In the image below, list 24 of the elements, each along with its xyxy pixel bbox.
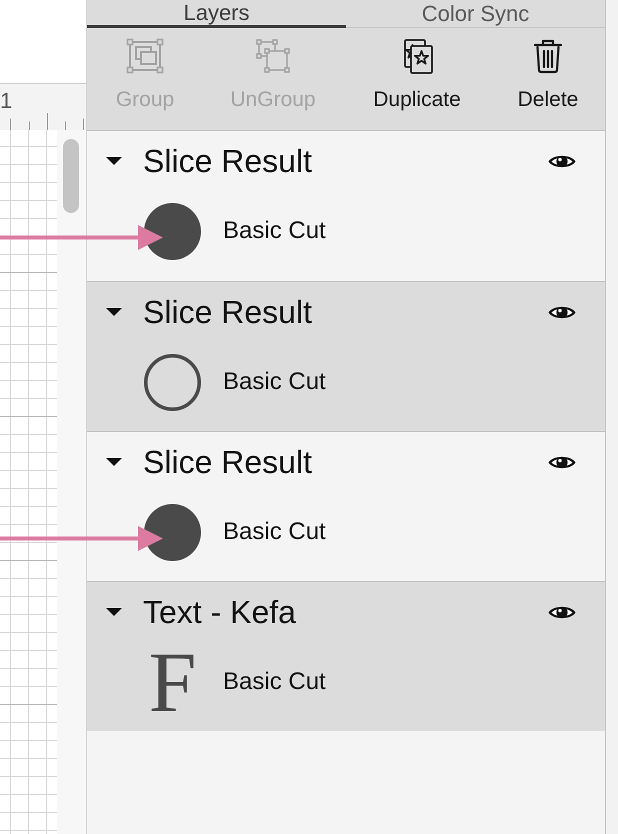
layer-title: Text - Kefa xyxy=(143,593,296,632)
separate-squares-icon xyxy=(253,38,293,74)
scrollbar-thumb[interactable] xyxy=(63,139,79,213)
ruler-number: 1 xyxy=(0,89,12,113)
filled-circle-icon xyxy=(144,202,201,260)
filled-circle-icon xyxy=(144,504,201,560)
letter-thumbnail: F xyxy=(148,648,198,716)
circle-outline-icon xyxy=(144,354,201,410)
grouped-squares-icon xyxy=(125,38,165,74)
layer-row[interactable]: Text - Kefa F Basic Cut xyxy=(87,581,605,731)
caret-icon[interactable] xyxy=(106,157,122,165)
caret-icon[interactable] xyxy=(106,308,122,316)
caret-icon[interactable] xyxy=(106,458,122,466)
layer-title: Slice Result xyxy=(143,142,312,181)
layer-title: Slice Result xyxy=(143,443,312,482)
caret-icon[interactable] xyxy=(106,608,122,616)
layer-name: Basic Cut xyxy=(223,668,326,696)
layer-name: Basic Cut xyxy=(223,518,326,546)
layer-name: Basic Cut xyxy=(223,368,326,396)
layer-title: Slice Result xyxy=(143,293,312,332)
duplicate-button[interactable]: Duplicate xyxy=(373,38,461,112)
layer-row[interactable]: Slice Result Basic Cut xyxy=(87,281,605,431)
delete-button[interactable]: Delete xyxy=(518,38,578,112)
layer-name: Basic Cut xyxy=(223,217,326,245)
